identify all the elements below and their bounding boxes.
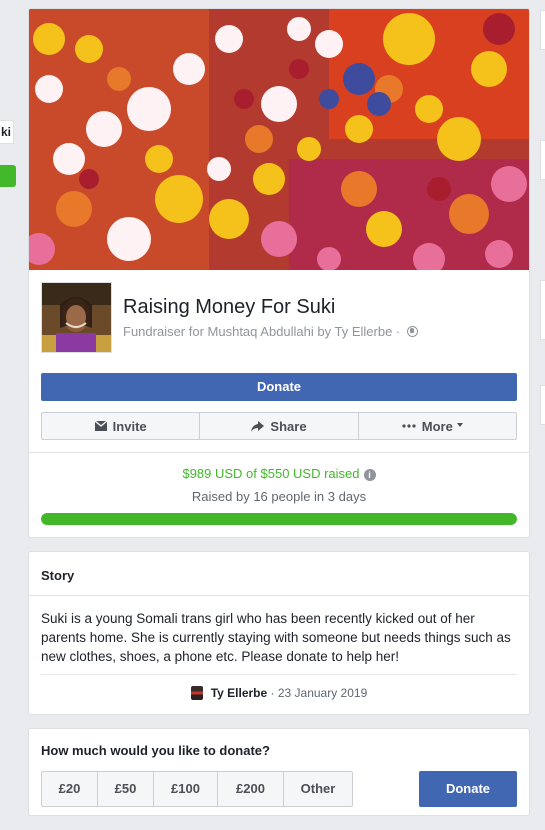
fundraiser-card: Raising Money For Suki Fundraiser for Mu… <box>28 8 530 538</box>
story-author-row: Ty Ellerbe · 23 January 2019 <box>29 686 529 700</box>
divider <box>29 452 529 453</box>
raised-summary: $989 USD of $550 USD raised i <box>29 466 529 481</box>
donate-amount-card: How much would you like to donate? £20 £… <box>28 728 530 816</box>
raised-amount-text: $989 USD of $550 USD raised <box>182 466 360 481</box>
amount-option-20[interactable]: £20 <box>42 772 97 806</box>
chevron-down-icon <box>456 423 463 427</box>
progress-bar <box>41 513 517 525</box>
amount-option-50[interactable]: £50 <box>97 772 153 806</box>
action-bar: Invite Share More <box>41 412 517 440</box>
more-button[interactable]: More <box>357 413 516 439</box>
info-icon[interactable]: i <box>363 469 376 481</box>
donate-amount-button[interactable]: Donate <box>419 771 517 807</box>
amount-options: £20 £50 £100 £200 Other <box>41 771 353 807</box>
right-peek-edge <box>540 280 545 340</box>
left-peek-green-button[interactable] <box>0 165 16 187</box>
story-card: Story Suki is a young Somali trans girl … <box>28 551 530 715</box>
donate-question: How much would you like to donate? <box>41 743 270 758</box>
left-peek-label: ki <box>0 120 14 144</box>
divider <box>29 595 529 596</box>
flowers-image <box>29 9 529 270</box>
amount-option-100[interactable]: £100 <box>153 772 217 806</box>
right-peek-edge <box>540 385 545 425</box>
amount-option-200[interactable]: £200 <box>217 772 283 806</box>
invite-label: Invite <box>112 418 147 434</box>
right-peek-edge <box>540 10 545 50</box>
story-heading: Story <box>41 568 75 583</box>
globe-icon <box>406 326 418 337</box>
raised-by-text: Raised by 16 people in 3 days <box>191 489 367 504</box>
share-button[interactable]: Share <box>199 413 357 439</box>
fundraiser-thumbnail[interactable] <box>41 282 112 353</box>
progress-fill <box>41 513 517 525</box>
fundraiser-header: Raising Money For Suki Fundraiser for Mu… <box>41 282 517 354</box>
divider <box>41 674 517 675</box>
donate-button[interactable]: Donate <box>41 373 517 401</box>
more-label: More <box>421 418 453 434</box>
fundraiser-subtitle-text: Fundraiser for Mushtaq Abdullahi by Ty E… <box>123 324 404 339</box>
invite-button[interactable]: Invite <box>42 413 199 439</box>
right-peek-edge <box>540 140 545 180</box>
profile-photo-image <box>42 283 111 352</box>
author-name[interactable]: Ty Ellerbe <box>211 686 267 700</box>
fundraiser-subtitle: Fundraiser for Mushtaq Abdullahi by Ty E… <box>123 324 418 339</box>
cover-photo[interactable] <box>29 9 529 270</box>
story-body: Suki is a young Somali trans girl who ha… <box>41 611 511 664</box>
envelope-icon <box>94 421 107 431</box>
author-avatar[interactable] <box>190 686 203 700</box>
story-date: · 23 January 2019 <box>267 686 368 700</box>
amount-option-other[interactable]: Other <box>283 772 352 806</box>
ellipsis-icon <box>402 424 416 428</box>
share-arrow-icon <box>251 420 265 432</box>
share-label: Share <box>270 418 307 434</box>
fundraiser-title: Raising Money For Suki <box>123 296 336 318</box>
